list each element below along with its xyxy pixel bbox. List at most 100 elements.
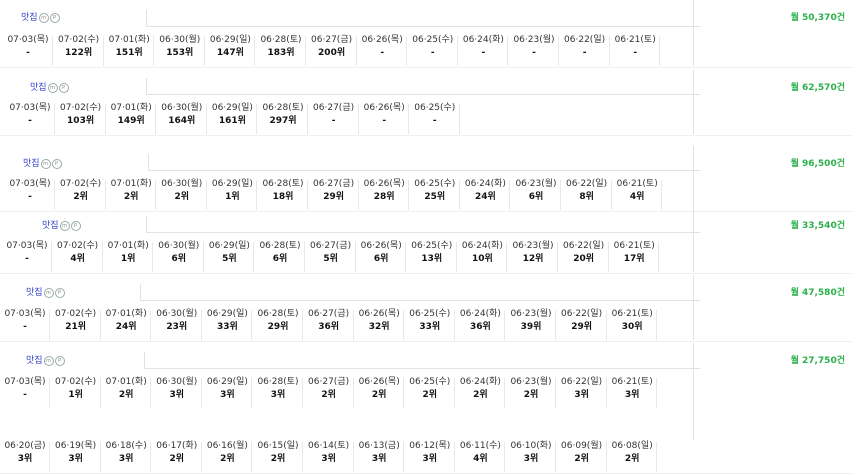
rank-value: 3위 xyxy=(169,390,185,400)
rank-value: 30위 xyxy=(621,322,643,332)
rank-value: 29위 xyxy=(571,322,592,332)
rank-date: 07·03(목) xyxy=(9,179,51,189)
keyword-link[interactable]: 맛집 m P xyxy=(26,353,65,366)
rank-value: - xyxy=(430,48,435,58)
mobile-pc-badge-icon: m xyxy=(47,83,58,93)
rank-cell: 07·03(목) - xyxy=(0,308,50,340)
rank-value: - xyxy=(582,48,587,58)
rank-date: 06·17(화) xyxy=(156,441,198,451)
keyword-block: 맛집 m P 월 27,750건 07·03(목) - 07·02(수) 1위 07·01(화)… xyxy=(0,343,853,474)
rank-value: 3위 xyxy=(118,454,134,464)
block-bottom-divider xyxy=(0,273,853,274)
keyword-link[interactable]: 맛집 m P xyxy=(30,80,69,93)
rank-date: 06·28(토) xyxy=(262,103,304,113)
mobile-pc-badge-icon: P xyxy=(70,221,81,231)
keyword-header: 맛집 m P 월 62,570건 xyxy=(0,70,853,100)
rank-cell: 06·12(목) 3위 xyxy=(405,440,455,472)
rank-value: 2위 xyxy=(220,454,235,464)
rank-value: 3위 xyxy=(220,390,235,400)
rank-value: 2위 xyxy=(574,454,589,464)
rank-date: 06·25(수) xyxy=(409,377,451,387)
rank-value: 4위 xyxy=(473,454,488,464)
rank-cell: 06·14(토) 3위 xyxy=(304,440,354,472)
rank-cell: 07·02(수) 4위 xyxy=(53,240,103,272)
rank-date: 06·11(수) xyxy=(459,441,501,451)
keyword-link[interactable]: 맛집 m P xyxy=(21,10,60,23)
rank-cell: 06·30(월) 164위 xyxy=(157,102,207,134)
rank-cell: 06·21(토) - xyxy=(610,34,661,66)
rank-date: 06·27(금) xyxy=(313,179,355,189)
rank-value: - xyxy=(23,322,27,332)
rank-date: 06·20(금) xyxy=(4,441,46,451)
rank-cell: 06·27(금) 5위 xyxy=(306,240,356,272)
rank-cell: 06·09(월) 2위 xyxy=(557,440,607,472)
rank-cell: 06·22(일) 8위 xyxy=(562,178,612,210)
keyword-block: 맛집 m P 월 96,500건 07·03(목) -07·02(수) 2위 07·01(화)… xyxy=(0,146,853,214)
rank-value: 28위 xyxy=(373,192,395,202)
keyword-block: 맛집 m P 월 62,570건 07·03(목) - 07·02(수) 103위 07·01(… xyxy=(0,70,853,138)
rank-value: 24위 xyxy=(474,192,496,202)
rank-date: 06·14(토) xyxy=(308,441,350,451)
cell-divider xyxy=(458,104,460,134)
mobile-pc-badge-icon: m xyxy=(38,13,49,23)
rank-date: 06·22(일) xyxy=(566,179,608,189)
rank-date: 06·13(금) xyxy=(358,441,400,451)
rank-cell: 07·02(수) 103위 xyxy=(56,102,106,134)
rank-cell: 06·28(토) 29위 xyxy=(253,308,303,340)
rank-date: 06·22(일) xyxy=(561,309,603,319)
rank-value: 1위 xyxy=(225,192,240,202)
rank-value: 161위 xyxy=(218,116,246,126)
keyword-text: 맛집 xyxy=(23,159,40,169)
rank-date: 06·21(토) xyxy=(611,309,653,319)
rank-value: 5위 xyxy=(222,254,237,264)
cell-divider xyxy=(659,36,661,66)
rank-date: 07·02(수) xyxy=(55,377,97,387)
rank-cell: 06·21(토) 3위 xyxy=(607,376,658,408)
rank-cell: 06·27(금) - xyxy=(309,102,359,134)
rank-cell: 06·25(수) - xyxy=(410,102,460,134)
rank-value: 3위 xyxy=(422,454,438,464)
mobile-pc-badge-icon: m xyxy=(43,288,54,298)
keyword-block: 맛집 m P 월 50,370건 07·03(목) - 07·02(수) 122위 07·01(… xyxy=(0,0,853,70)
header-divider xyxy=(144,368,700,369)
header-divider xyxy=(146,232,700,233)
column-divider xyxy=(693,208,694,272)
rank-date: 06·26(목) xyxy=(363,103,405,113)
rank-value: 17위 xyxy=(623,254,645,264)
rank-date: 07·01(화) xyxy=(110,103,152,113)
rank-date: 06·24(화) xyxy=(461,241,503,251)
rank-date: 07·03(목) xyxy=(4,377,46,387)
keyword-block: 맛집 m P 월 33,540건 07·03(목) - 07·02(수) 4위 07·01(화)… xyxy=(0,208,853,276)
mobile-pc-badge-icon: P xyxy=(54,288,65,298)
rank-cell: 06·29(일) 3위 xyxy=(202,376,253,408)
rank-date: 07·02(수) xyxy=(60,179,102,189)
mobile-pc-badge-icon: m xyxy=(59,221,70,231)
rank-date: 06·27(금) xyxy=(313,103,355,113)
rank-value: 12위 xyxy=(522,254,544,264)
rank-value: 151위 xyxy=(115,48,143,58)
rank-date: 06·29(일) xyxy=(211,103,253,113)
rank-cell: 07·01(화) 2위 xyxy=(106,178,157,210)
keyword-link[interactable]: 맛집 m P xyxy=(23,156,62,169)
rank-value: - xyxy=(382,116,387,126)
column-divider xyxy=(693,343,694,440)
rank-date: 06·27(금) xyxy=(308,309,350,319)
monthly-search-volume: 월 47,580건 xyxy=(790,288,845,298)
block-bottom-divider xyxy=(0,341,853,342)
rank-cell: 07·02(수) 2위 xyxy=(56,178,106,210)
rank-cell: 06·26(목) 2위 xyxy=(354,376,405,408)
rank-date: 06·27(금) xyxy=(311,35,353,45)
rank-cell: 06·27(금) 200위 xyxy=(307,34,357,66)
rank-date: 07·02(수) xyxy=(60,103,102,113)
rank-date: 06·29(일) xyxy=(211,179,253,189)
rank-cell: 06·30(월) 23위 xyxy=(152,308,202,340)
header-divider xyxy=(146,94,700,95)
rank-date: 07·02(수) xyxy=(55,309,97,319)
rank-cell: 07·02(수) 122위 xyxy=(54,34,104,66)
rank-cell: 06·29(일) 1위 xyxy=(207,178,258,210)
rank-date: 06·29(일) xyxy=(209,35,251,45)
rank-date: 06·10(화) xyxy=(510,441,552,451)
keyword-link[interactable]: 맛집 m P xyxy=(42,218,81,231)
keyword-link[interactable]: 맛집 m P xyxy=(26,285,65,298)
rank-date: 06·28(토) xyxy=(259,241,301,251)
